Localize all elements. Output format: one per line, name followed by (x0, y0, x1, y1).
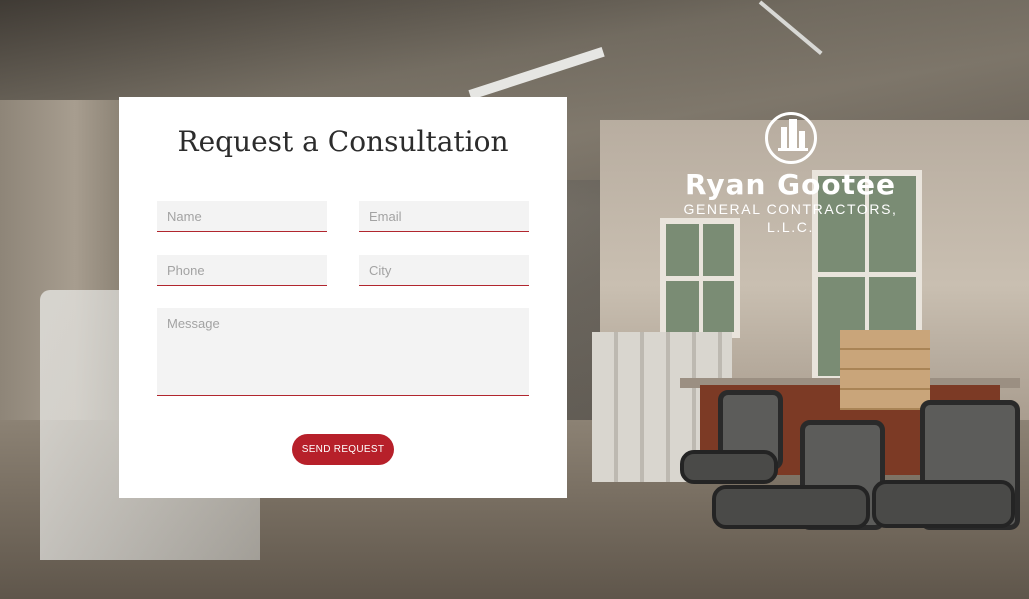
consultation-form-card: Request a Consultation SEND REQUEST (119, 97, 567, 498)
message-field[interactable] (157, 308, 529, 396)
city-field[interactable] (359, 255, 529, 286)
chair-seat (680, 450, 778, 484)
stacked-boxes (840, 330, 930, 410)
send-request-button[interactable]: SEND REQUEST (292, 434, 394, 465)
form-title: Request a Consultation (177, 125, 509, 158)
logo-company-subtitle: GENERAL CONTRACTORS, L.L.C. (683, 201, 898, 235)
email-field[interactable] (359, 201, 529, 232)
phone-field[interactable] (157, 255, 327, 286)
chair-seat (872, 480, 1015, 528)
chair-seat (712, 485, 870, 529)
name-field[interactable] (157, 201, 327, 232)
building-logo-icon (764, 112, 817, 164)
company-logo: Ryan Gootee GENERAL CONTRACTORS, L.L.C. (668, 112, 913, 236)
window-left (660, 218, 740, 338)
logo-company-name: Ryan Gootee (685, 168, 896, 201)
